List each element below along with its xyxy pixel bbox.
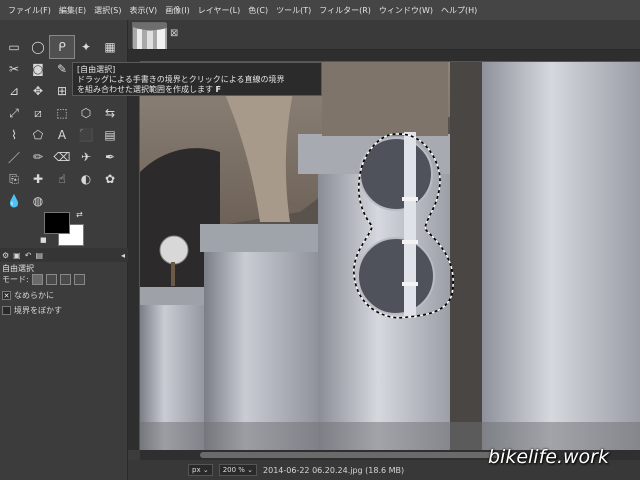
zoom-value: 200 %	[222, 466, 245, 474]
cage-icon[interactable]: ⬠	[26, 124, 50, 146]
mode-add-button[interactable]	[45, 274, 57, 285]
menubar: ファイル(F) 編集(E) 選択(S) 表示(V) 画像(I) レイヤー(L) …	[0, 0, 640, 20]
zoom-select[interactable]: 200 % ⌄	[218, 464, 258, 476]
file-info: 2014-06-22 06.20.24.jpg (18.6 MB)	[263, 465, 405, 475]
image-canvas[interactable]	[140, 62, 640, 450]
color-area: ⇄ ■	[40, 210, 90, 246]
tooltip-title: [自由選択]	[77, 65, 116, 74]
antialias-checkbox[interactable]: ✕	[2, 291, 11, 300]
menu-view[interactable]: 表示(V)	[125, 5, 161, 16]
measure-icon[interactable]: ⊿	[2, 80, 26, 102]
warp-icon[interactable]: ⌇	[2, 124, 26, 146]
tab-menu-icon[interactable]: ◂	[121, 251, 125, 260]
fuzzy-select-icon[interactable]: ✦	[74, 36, 98, 58]
menu-layer[interactable]: レイヤー(L)	[194, 5, 244, 16]
foreground-color-swatch[interactable]	[44, 212, 70, 234]
menu-file[interactable]: ファイル(F)	[4, 5, 55, 16]
image-thumbnail[interactable]	[132, 22, 167, 49]
ellipse-select-icon[interactable]: ◯	[26, 36, 50, 58]
scrollbar-thumb[interactable]	[200, 452, 500, 458]
tooltip-line2-row: を組み合わせた選択範囲を作成します F	[77, 85, 317, 95]
mode-row: モード:	[2, 274, 85, 285]
image-tabs: ⊠	[128, 20, 640, 50]
convolve-icon[interactable]: ◍	[26, 190, 50, 212]
ink-icon[interactable]: ✒	[98, 146, 122, 168]
feather-label: 境界をぼかす	[14, 306, 62, 315]
horizontal-ruler[interactable]	[140, 50, 640, 62]
paintbrush-icon[interactable]: ／	[2, 146, 26, 168]
default-colors-icon[interactable]: ■	[40, 236, 47, 244]
tool-options-tabs: ⚙ ▣ ↶ ▤ ◂	[0, 248, 128, 262]
rect-select-icon[interactable]: ▭	[2, 36, 26, 58]
bucket-icon[interactable]: ⬛	[74, 124, 98, 146]
scale-icon[interactable]: ⤢	[2, 102, 26, 124]
images-tab-icon[interactable]: ▤	[35, 251, 43, 260]
blur-icon[interactable]: 💧	[2, 190, 26, 212]
feather-row: 境界をぼかす	[2, 305, 62, 316]
antialias-row: ✕ なめらかに	[2, 290, 54, 301]
mode-intersect-button[interactable]	[73, 274, 85, 285]
antialias-label: なめらかに	[14, 291, 54, 300]
tool-options-title: 自由選択	[2, 264, 34, 273]
close-image-icon[interactable]: ⊠	[170, 28, 178, 39]
vertical-ruler[interactable]	[128, 62, 140, 450]
feather-checkbox[interactable]	[2, 306, 11, 315]
move-icon[interactable]: ✥	[26, 80, 50, 102]
device-status-tab-icon[interactable]: ▣	[13, 251, 21, 260]
ruler-corner[interactable]	[128, 50, 140, 62]
text-icon[interactable]: A	[50, 124, 74, 146]
align-icon[interactable]: ⊞	[50, 80, 74, 102]
tooltip-line2: を組み合わせた選択範囲を作成します	[77, 85, 213, 94]
swap-colors-icon[interactable]: ⇄	[76, 210, 83, 219]
menu-edit[interactable]: 編集(E)	[55, 5, 90, 16]
eraser-icon[interactable]: ⌫	[50, 146, 74, 168]
canvas-image	[140, 62, 640, 450]
clone-icon[interactable]: ⎘	[2, 168, 26, 190]
watermark: bikelife.work	[488, 446, 609, 468]
scissors-icon[interactable]: ✂	[2, 58, 26, 80]
menu-colors[interactable]: 色(C)	[244, 5, 272, 16]
heal-icon[interactable]: ✚	[26, 168, 50, 190]
lasso-icon[interactable]: ᑭ	[49, 35, 75, 59]
tool-options-tab-icon[interactable]: ⚙	[2, 251, 9, 260]
mode-subtract-button[interactable]	[59, 274, 71, 285]
paths-icon[interactable]: ✎	[50, 58, 74, 80]
mypaint-icon[interactable]: ✿	[98, 168, 122, 190]
unit-value: px	[192, 466, 201, 474]
menu-tools[interactable]: ツール(T)	[272, 5, 315, 16]
menu-filters[interactable]: フィルター(R)	[315, 5, 375, 16]
undo-history-tab-icon[interactable]: ↶	[25, 251, 32, 260]
airbrush-icon[interactable]: ✈	[74, 146, 98, 168]
tooltip-line1: ドラッグによる手書きの境界とクリックによる直線の境界	[77, 75, 285, 84]
smudge-icon[interactable]: ☝	[50, 168, 74, 190]
select-by-color-icon[interactable]: ▦	[98, 36, 122, 58]
tooltip-shortcut: F	[215, 85, 222, 94]
perspective-icon[interactable]: ⬚	[50, 102, 74, 124]
pencil-icon[interactable]: ✏	[26, 146, 50, 168]
dodge-icon[interactable]: ◐	[74, 168, 98, 190]
menu-windows[interactable]: ウィンドウ(W)	[375, 5, 437, 16]
unit-select[interactable]: px ⌄	[188, 464, 213, 476]
3d-transform-icon[interactable]: ⬡	[74, 102, 98, 124]
menu-select[interactable]: 選択(S)	[90, 5, 125, 16]
flip-icon[interactable]: ⇆	[98, 102, 122, 124]
mode-label: モード:	[2, 275, 29, 284]
menu-help[interactable]: ヘルプ(H)	[437, 5, 481, 16]
gradient-icon[interactable]: ▤	[98, 124, 122, 146]
tool-tooltip: [自由選択] ドラッグによる手書きの境界とクリックによる直線の境界 を組み合わせ…	[72, 62, 322, 96]
foreground-select-icon[interactable]: ◙	[26, 58, 50, 80]
shear-icon[interactable]: ⧄	[26, 102, 50, 124]
menu-image[interactable]: 画像(I)	[161, 5, 194, 16]
mode-replace-button[interactable]	[31, 274, 43, 285]
